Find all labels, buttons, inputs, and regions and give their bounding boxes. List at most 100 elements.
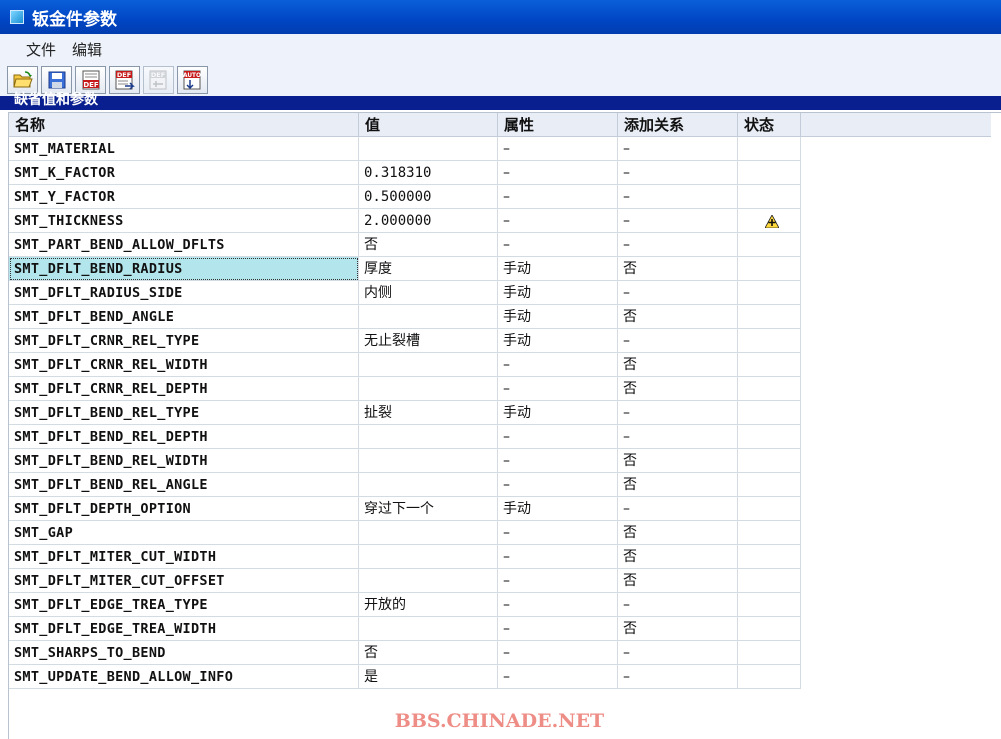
cell-attribute[interactable]: – (498, 569, 618, 593)
cell-attribute[interactable]: – (498, 161, 618, 185)
cell-attribute[interactable]: – (498, 449, 618, 473)
cell-status[interactable] (738, 137, 801, 161)
table-row[interactable]: SMT_SHARPS_TO_BEND 否 – – (9, 641, 991, 665)
cell-name[interactable]: SMT_K_FACTOR (9, 161, 359, 185)
table-row[interactable]: SMT_K_FACTOR 0.318310– – (9, 161, 991, 185)
table-row[interactable]: SMT_DFLT_CRNR_REL_WIDTH – 否 (9, 353, 991, 377)
cell-status[interactable] (738, 497, 801, 521)
cell-attribute[interactable]: 手动 (498, 329, 618, 353)
cell-add-relation[interactable]: 否 (618, 449, 738, 473)
cell-status[interactable] (738, 401, 801, 425)
cell-value[interactable] (359, 521, 498, 545)
cell-value[interactable] (359, 353, 498, 377)
cell-status[interactable] (738, 161, 801, 185)
cell-add-relation[interactable]: – (618, 137, 738, 161)
cell-name[interactable]: SMT_DFLT_EDGE_TREA_WIDTH (9, 617, 359, 641)
cell-name[interactable]: SMT_DFLT_CRNR_REL_TYPE (9, 329, 359, 353)
cell-status[interactable] (738, 473, 801, 497)
cell-attribute[interactable]: – (498, 617, 618, 641)
table-row[interactable]: SMT_DFLT_BEND_REL_ANGLE – 否 (9, 473, 991, 497)
cell-attribute[interactable]: – (498, 593, 618, 617)
menu-edit[interactable]: 编辑 (64, 39, 110, 60)
cell-attribute[interactable]: – (498, 209, 618, 233)
table-row[interactable]: SMT_DFLT_RADIUS_SIDE 内侧 手动 – (9, 281, 991, 305)
cell-add-relation[interactable]: – (618, 233, 738, 257)
table-row[interactable]: SMT_PART_BEND_ALLOW_DFLTS 否 – – (9, 233, 991, 257)
cell-attribute[interactable]: – (498, 641, 618, 665)
cell-value[interactable] (359, 617, 498, 641)
table-row[interactable]: SMT_DFLT_MITER_CUT_WIDTH – 否 (9, 545, 991, 569)
cell-value[interactable]: 是 (359, 665, 498, 689)
cell-name[interactable]: SMT_DFLT_MITER_CUT_OFFSET (9, 569, 359, 593)
cell-add-relation[interactable]: 否 (618, 353, 738, 377)
cell-value[interactable] (359, 449, 498, 473)
table-row[interactable]: SMT_THICKNESS 2.000000– – (9, 209, 991, 233)
cell-status[interactable] (738, 545, 801, 569)
cell-add-relation[interactable]: – (618, 281, 738, 305)
cell-name[interactable]: SMT_DFLT_MITER_CUT_WIDTH (9, 545, 359, 569)
cell-value[interactable]: 穿过下一个 (359, 497, 498, 521)
open-button[interactable] (7, 66, 38, 94)
cell-name[interactable]: SMT_SHARPS_TO_BEND (9, 641, 359, 665)
cell-add-relation[interactable]: – (618, 425, 738, 449)
cell-add-relation[interactable]: – (618, 161, 738, 185)
column-header-add-relation[interactable]: 添加关系 (618, 113, 738, 137)
cell-add-relation[interactable]: 否 (618, 569, 738, 593)
cell-status[interactable] (738, 353, 801, 377)
table-row[interactable]: SMT_Y_FACTOR 0.500000– – (9, 185, 991, 209)
cell-status[interactable] (738, 209, 801, 233)
cell-attribute[interactable]: – (498, 545, 618, 569)
table-row[interactable]: SMT_MATERIAL – – (9, 137, 991, 161)
cell-value[interactable]: 内侧 (359, 281, 498, 305)
cell-status[interactable] (738, 521, 801, 545)
cell-attribute[interactable]: 手动 (498, 497, 618, 521)
column-header-attribute[interactable]: 属性 (498, 113, 618, 137)
cell-status[interactable] (738, 593, 801, 617)
table-row[interactable]: SMT_DFLT_MITER_CUT_OFFSET – 否 (9, 569, 991, 593)
cell-value[interactable]: 0.500000 (359, 185, 498, 209)
cell-name[interactable]: SMT_DFLT_BEND_REL_DEPTH (9, 425, 359, 449)
cell-name[interactable]: SMT_PART_BEND_ALLOW_DFLTS (9, 233, 359, 257)
cell-value[interactable] (359, 569, 498, 593)
column-header-name[interactable]: 名称 (9, 113, 359, 137)
cell-status[interactable] (738, 281, 801, 305)
def-export-button[interactable]: DEF (109, 66, 140, 94)
cell-status[interactable] (738, 425, 801, 449)
cell-attribute[interactable]: 手动 (498, 401, 618, 425)
table-row[interactable]: SMT_DFLT_DEPTH_OPTION 穿过下一个 手动 – (9, 497, 991, 521)
table-row[interactable]: SMT_UPDATE_BEND_ALLOW_INFO 是 – – (9, 665, 991, 689)
table-row[interactable]: SMT_DFLT_EDGE_TREA_TYPE 开放的 – – (9, 593, 991, 617)
cell-attribute[interactable]: 手动 (498, 305, 618, 329)
cell-status[interactable] (738, 569, 801, 593)
cell-add-relation[interactable]: 否 (618, 521, 738, 545)
title-bar[interactable]: 钣金件参数 (0, 0, 1001, 34)
cell-value[interactable]: 扯裂 (359, 401, 498, 425)
cell-name[interactable]: SMT_Y_FACTOR (9, 185, 359, 209)
cell-status[interactable] (738, 377, 801, 401)
column-header-status[interactable]: 状态 (738, 113, 801, 137)
table-row[interactable]: SMT_DFLT_BEND_REL_WIDTH – 否 (9, 449, 991, 473)
cell-name[interactable]: SMT_DFLT_EDGE_TREA_TYPE (9, 593, 359, 617)
cell-value[interactable]: 否 (359, 641, 498, 665)
cell-attribute[interactable]: – (498, 521, 618, 545)
table-row[interactable]: SMT_DFLT_BEND_RADIUS 厚度 手动否 (9, 257, 991, 281)
table-row[interactable]: SMT_DFLT_BEND_REL_DEPTH – – (9, 425, 991, 449)
table-row[interactable]: SMT_DFLT_CRNR_REL_TYPE 无止裂槽 手动 – (9, 329, 991, 353)
cell-status[interactable] (738, 257, 801, 281)
cell-add-relation[interactable]: – (618, 329, 738, 353)
cell-attribute[interactable]: – (498, 233, 618, 257)
cell-value[interactable]: 开放的 (359, 593, 498, 617)
cell-value[interactable]: 厚度 (359, 257, 498, 281)
cell-status[interactable] (738, 641, 801, 665)
cell-name[interactable]: SMT_DFLT_BEND_ANGLE (9, 305, 359, 329)
cell-name[interactable]: SMT_THICKNESS (9, 209, 359, 233)
cell-add-relation[interactable]: – (618, 497, 738, 521)
def-import-button[interactable]: DEF (143, 66, 174, 94)
cell-attribute[interactable]: – (498, 377, 618, 401)
cell-add-relation[interactable]: 否 (618, 257, 738, 281)
cell-attribute[interactable]: – (498, 137, 618, 161)
cell-add-relation[interactable]: – (618, 665, 738, 689)
cell-add-relation[interactable]: – (618, 401, 738, 425)
cell-add-relation[interactable]: 否 (618, 377, 738, 401)
table-row[interactable]: SMT_GAP – 否 (9, 521, 991, 545)
